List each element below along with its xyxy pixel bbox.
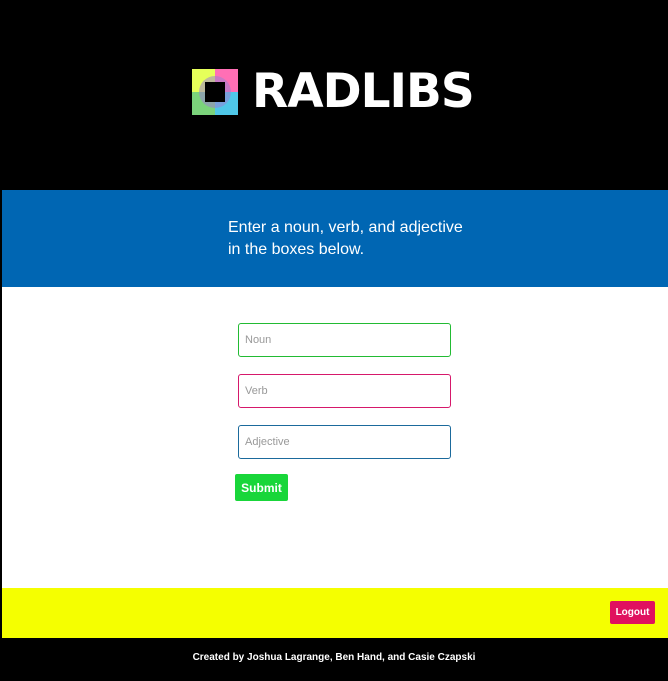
credits-text: Created by Joshua Lagrange, Ben Hand, an… [192,652,476,663]
noun-input[interactable] [238,323,451,357]
page: RADLIBS Enter a noun, verb, and adjectiv… [0,0,668,681]
instructions-text: Enter a noun, verb, and adjective in the… [228,219,463,258]
brand-title: RADLIBS [252,64,475,119]
submit-button[interactable]: Submit [235,474,288,501]
logout-button[interactable]: Logout [610,601,655,624]
footer: Created by Joshua Lagrange, Ben Hand, an… [0,638,668,681]
adjective-input[interactable] [238,425,451,459]
action-bar: Logout [2,588,668,638]
instructions-banner: Enter a noun, verb, and adjective in the… [2,190,668,287]
radlibs-square-logo-icon [192,69,238,115]
header: RADLIBS [0,0,668,190]
verb-input[interactable] [238,374,451,408]
madlib-form: Submit [2,287,668,588]
